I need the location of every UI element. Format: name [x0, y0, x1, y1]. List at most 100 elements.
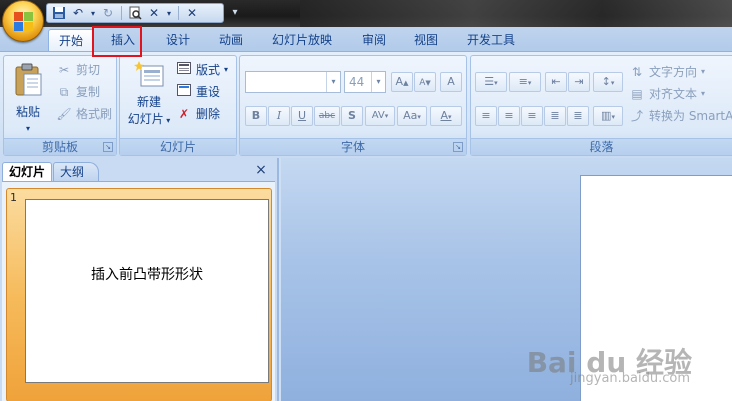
tab-review[interactable]: 审阅 — [352, 29, 396, 51]
font-name-combo[interactable]: ▾ — [245, 71, 341, 93]
slide-thumbnail-selected[interactable]: 1 插入前凸带形形状 — [6, 188, 272, 401]
new-slide-label-line2: 幻灯片 — [127, 112, 164, 126]
paste-label: 粘贴 — [15, 105, 40, 119]
underline-icon: U — [297, 109, 307, 122]
print-preview-icon[interactable] — [127, 5, 143, 21]
underline-button[interactable]: U — [291, 106, 313, 126]
paste-dropdown-icon[interactable]: ▾ — [8, 124, 48, 133]
undo-icon[interactable]: ↶ — [70, 5, 86, 21]
paste-icon — [15, 63, 42, 96]
new-slide-button[interactable]: 新建 幻灯片 ▾ — [124, 60, 174, 134]
numbering-icon: ≡ — [518, 75, 528, 88]
align-right-icon: ≡ — [527, 109, 537, 122]
reset-label: 重设 — [196, 85, 221, 99]
justify-button[interactable]: ≣ — [544, 106, 566, 126]
tab-slide-show[interactable]: 幻灯片放映 — [262, 29, 342, 51]
font-size-value: 44 — [349, 75, 365, 89]
clear-formatting-button[interactable]: A — [440, 72, 462, 92]
font-size-combo[interactable]: 44 ▾ — [344, 71, 386, 93]
new-slide-label-line2-wrap: 幻灯片 ▾ — [124, 110, 174, 127]
reset-button[interactable]: 重设 — [176, 82, 220, 102]
text-direction-label: 文字方向 — [649, 65, 698, 79]
columns-button[interactable]: ▥▾ — [593, 106, 623, 126]
text-direction-icon: ⇅ — [631, 65, 643, 79]
align-left-icon: ≡ — [481, 109, 491, 122]
qat-dropdown-icon[interactable]: ▾ — [165, 5, 173, 21]
grow-font-button[interactable]: A▲ — [391, 72, 413, 92]
font-size-dropdown-icon[interactable]: ▾ — [371, 72, 385, 92]
align-center-icon: ≡ — [504, 109, 514, 122]
tab-developer[interactable]: 开发工具 — [458, 29, 524, 51]
scissors-icon: ✂ — [58, 63, 70, 77]
text-shadow-button[interactable]: S — [341, 106, 363, 126]
tab-outline-pane[interactable]: 大纲 — [53, 162, 100, 181]
delete-label: 删除 — [196, 107, 221, 121]
align-center-button[interactable]: ≡ — [498, 106, 520, 126]
convert-smartart-button[interactable]: ⤴ 转换为 SmartArt — [629, 106, 732, 126]
clipboard-dialog-launcher-icon[interactable]: ↘ — [103, 142, 113, 152]
distributed-button[interactable]: ≣ — [567, 106, 589, 126]
clear-formatting-icon: A — [447, 75, 455, 88]
cut-button[interactable]: ✂ 剪切 — [56, 60, 100, 80]
tab-view[interactable]: 视图 — [404, 29, 448, 51]
text-direction-button[interactable]: ⇅ 文字方向 ▾ — [629, 62, 705, 82]
decrease-indent-button[interactable]: ⇤ — [545, 72, 567, 92]
font-color-button[interactable]: A▾ — [430, 106, 462, 126]
character-spacing-icon: AV — [371, 110, 385, 121]
save-icon[interactable] — [51, 5, 67, 21]
change-case-button[interactable]: Aa▾ — [397, 106, 427, 126]
tab-design[interactable]: 设计 — [156, 29, 200, 51]
tab-home[interactable]: 开始 — [48, 29, 94, 51]
bold-button[interactable]: B — [245, 106, 267, 126]
tab-slides-pane[interactable]: 幻灯片 — [2, 162, 53, 181]
new-slide-dropdown-icon[interactable]: ▾ — [164, 116, 170, 125]
numbering-button[interactable]: ≡▾ — [509, 72, 541, 92]
align-text-label: 对齐文本 — [649, 87, 698, 101]
office-button[interactable] — [2, 0, 44, 42]
close-pane-icon[interactable]: × — [253, 162, 269, 178]
redo-icon[interactable]: ↻ — [100, 5, 116, 21]
change-case-icon: Aa — [403, 109, 418, 122]
align-text-button[interactable]: ▤ 对齐文本 ▾ — [629, 84, 705, 104]
cut-label: 剪切 — [76, 63, 101, 77]
customize-qat-icon[interactable]: ▾ — [228, 6, 242, 20]
paste-button[interactable]: 粘贴 ▾ — [8, 60, 48, 134]
italic-button[interactable]: I — [268, 106, 290, 126]
font-dialog-launcher-icon[interactable]: ↘ — [453, 142, 463, 152]
character-spacing-button[interactable]: AV▾ — [365, 106, 395, 126]
strikethrough-button[interactable]: abc — [314, 106, 340, 126]
new-slide-icon — [134, 61, 164, 87]
undo-dropdown-icon[interactable]: ▾ — [89, 5, 97, 21]
increase-indent-button[interactable]: ⇥ — [568, 72, 590, 92]
tab-animations[interactable]: 动画 — [208, 29, 254, 51]
align-text-icon: ▤ — [631, 87, 643, 101]
copy-button[interactable]: ⧉ 复制 — [56, 82, 100, 102]
quick-access-toolbar: ↶ ▾ ↻ ✕ ▾ ✕ — [46, 3, 224, 23]
shrink-font-button[interactable]: A▼ — [414, 72, 436, 92]
align-text-dropdown-icon: ▾ — [701, 89, 706, 98]
toolbar-separator — [178, 6, 179, 20]
slides-group-title: 幻灯片 — [120, 138, 236, 155]
slides-pane: 幻灯片 大纲 × 1 插入前凸带形形状 — [0, 158, 279, 401]
line-spacing-button[interactable]: ↕▾ — [593, 72, 623, 92]
align-right-button[interactable]: ≡ — [521, 106, 543, 126]
layout-dropdown-icon: ▾ — [224, 65, 229, 74]
bold-icon: B — [251, 109, 261, 122]
align-left-button[interactable]: ≡ — [475, 106, 497, 126]
layout-button[interactable]: 版式 ▾ — [176, 60, 228, 80]
delete-icon: ✗ — [178, 107, 190, 121]
delete-slide-button[interactable]: ✗ 删除 — [176, 104, 220, 124]
format-painter-button[interactable]: 🖌 格式刷 — [56, 104, 112, 124]
font-name-dropdown-icon[interactable]: ▾ — [326, 72, 340, 92]
bullets-button[interactable]: ☰▾ — [475, 72, 507, 92]
ribbon: 粘贴 ▾ ✂ 剪切 ⧉ 复制 🖌 格式刷 剪贴板 ↘ 新建 幻灯片 ▾ 版式 ▾… — [0, 51, 732, 158]
spell-check-icon[interactable]: ✕ — [146, 5, 162, 21]
slide-thumbnail[interactable]: 插入前凸带形形状 — [25, 199, 269, 383]
brush-icon: 🖌 — [56, 107, 72, 121]
copy-icon: ⧉ — [59, 85, 69, 99]
layout-label: 版式 — [196, 63, 221, 77]
slide-number: 1 — [10, 191, 17, 204]
title-bar-background — [300, 0, 732, 27]
columns-icon: ▥ — [601, 109, 612, 122]
close-icon[interactable]: ✕ — [184, 5, 200, 21]
